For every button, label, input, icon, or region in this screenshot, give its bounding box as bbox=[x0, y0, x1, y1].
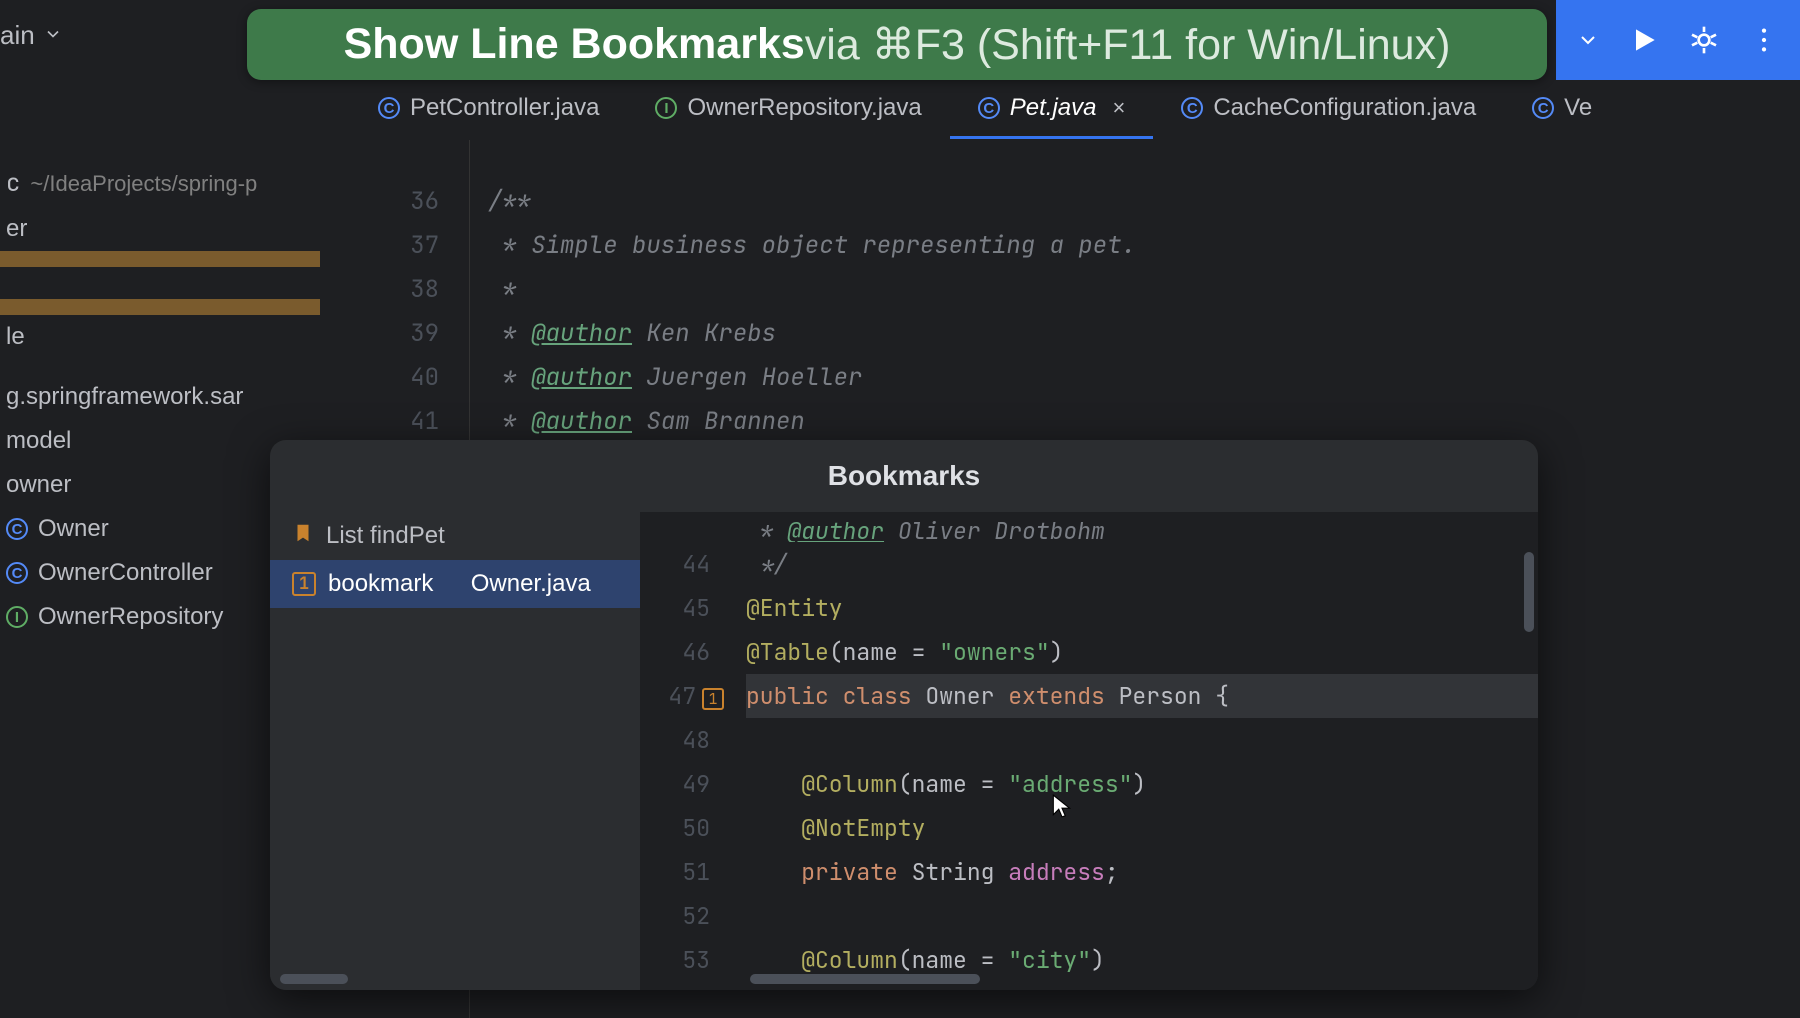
bookmarks-popup: Bookmarks List findPet 1 bookmark Owner.ja… bbox=[270, 440, 1538, 990]
class-icon: C bbox=[6, 518, 28, 540]
bookmark-item[interactable]: List findPet bbox=[270, 512, 640, 560]
close-tab-icon[interactable]: × bbox=[1112, 95, 1125, 121]
more-actions-button[interactable] bbox=[1748, 24, 1780, 56]
tree-item-label: OwnerRepository bbox=[38, 603, 223, 631]
tree-item[interactable]: er bbox=[0, 207, 320, 251]
class-icon: C bbox=[1181, 97, 1203, 119]
tree-root-name: c bbox=[6, 168, 20, 199]
tree-item[interactable] bbox=[0, 251, 320, 267]
tree-item[interactable] bbox=[0, 283, 320, 299]
tab-filename: Pet.java bbox=[1010, 94, 1097, 122]
git-branch-selector[interactable]: ain bbox=[0, 20, 63, 51]
preview-scrollbar-horizontal[interactable] bbox=[750, 974, 980, 984]
preview-code: * @author Oliver Drotbohm */@Entity@Tabl… bbox=[730, 512, 1538, 990]
editor-tab[interactable]: C PetController.java bbox=[350, 80, 627, 139]
tree-item-label: OwnerController bbox=[38, 559, 213, 587]
tab-filename: PetController.java bbox=[410, 94, 599, 122]
tree-item-label: Owner bbox=[38, 515, 109, 543]
tree-item[interactable]: le bbox=[0, 315, 320, 359]
editor-tab[interactable]: I OwnerRepository.java bbox=[627, 80, 949, 139]
class-icon: C bbox=[978, 97, 1000, 119]
hint-bold: Show Line Bookmarks bbox=[344, 20, 805, 69]
run-toolbar bbox=[1556, 0, 1800, 80]
bookmark-file: Owner.java bbox=[471, 570, 591, 598]
interface-icon: I bbox=[6, 606, 28, 628]
run-button[interactable] bbox=[1628, 24, 1660, 56]
debug-button[interactable] bbox=[1688, 24, 1720, 56]
run-config-chevron-icon[interactable] bbox=[1576, 28, 1600, 52]
bookmark-label: List findPet bbox=[326, 522, 445, 550]
preview-scrollbar-vertical[interactable] bbox=[1524, 552, 1534, 632]
editor-tab[interactable]: C Pet.java × bbox=[950, 80, 1154, 139]
bookmarks-list[interactable]: List findPet 1 bookmark Owner.java bbox=[270, 512, 640, 990]
editor-tab[interactable]: C CacheConfiguration.java bbox=[1153, 80, 1504, 139]
interface-icon: I bbox=[655, 97, 677, 119]
bookmark-label: bookmark bbox=[328, 570, 433, 598]
editor-tabs: C PetController.java I OwnerRepository.java… bbox=[350, 80, 1800, 140]
tree-item[interactable]: g.springframework.sar bbox=[0, 375, 320, 419]
class-icon: C bbox=[378, 97, 400, 119]
tab-filename: CacheConfiguration.java bbox=[1213, 94, 1476, 122]
class-icon: C bbox=[1532, 97, 1554, 119]
branch-name: ain bbox=[0, 20, 35, 51]
hint-banner: Show Line Bookmarks via ⌘F3 (Shift+F11 f… bbox=[247, 9, 1547, 80]
chevron-down-icon bbox=[43, 20, 63, 51]
tab-filename: OwnerRepository.java bbox=[687, 94, 921, 122]
tree-item[interactable] bbox=[0, 267, 320, 283]
class-icon: C bbox=[6, 562, 28, 584]
bookmark-mnemonic-icon: 1 bbox=[292, 572, 316, 596]
tree-root-path: ~/IdeaProjects/spring-p bbox=[30, 171, 257, 197]
editor-tab[interactable]: C Ve bbox=[1504, 80, 1620, 139]
tree-item[interactable] bbox=[0, 359, 320, 375]
bookmark-icon bbox=[292, 522, 314, 551]
tab-filename: Ve bbox=[1564, 94, 1592, 122]
popup-title: Bookmarks bbox=[270, 440, 1538, 512]
tree-root[interactable]: c ~/IdeaProjects/spring-p bbox=[0, 160, 320, 207]
tree-item[interactable] bbox=[0, 299, 320, 315]
hint-thin: via ⌘F3 (Shift+F11 for Win/Linux) bbox=[805, 20, 1451, 70]
preview-gutter: 444546471484950515253 bbox=[640, 512, 730, 990]
bookmark-item[interactable]: 1 bookmark Owner.java bbox=[270, 560, 640, 608]
bookmarks-list-scrollbar[interactable] bbox=[280, 974, 348, 984]
bookmark-preview[interactable]: 444546471484950515253 * @author Oliver D… bbox=[640, 512, 1538, 990]
